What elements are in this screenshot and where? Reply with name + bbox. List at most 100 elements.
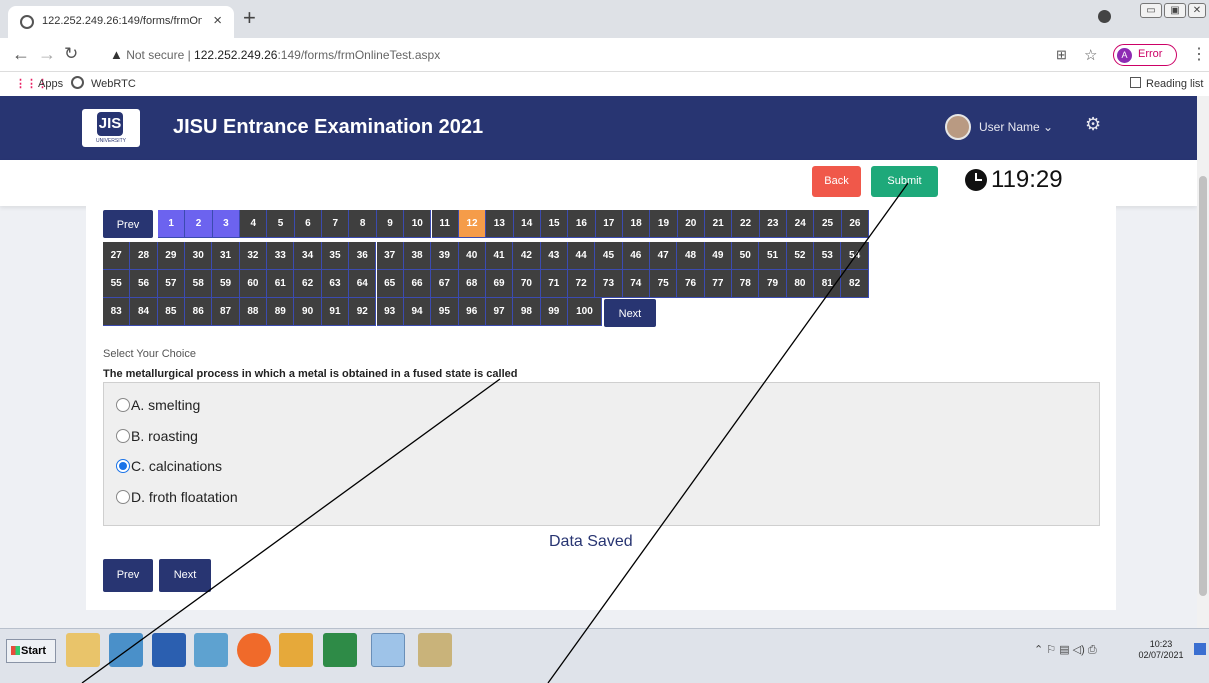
excel-icon[interactable] <box>323 633 357 667</box>
radio-b[interactable] <box>116 429 130 443</box>
question-number-button[interactable]: 29 <box>157 242 186 270</box>
question-number-button[interactable]: 56 <box>130 270 158 298</box>
question-number-button[interactable]: 80 <box>786 270 815 298</box>
question-number-button[interactable]: 11 <box>431 210 459 238</box>
scrollbar-thumb[interactable] <box>1199 176 1207 596</box>
avatar[interactable] <box>945 114 971 140</box>
submit-button[interactable]: Submit <box>871 166 938 197</box>
question-number-button[interactable]: 16 <box>568 210 596 238</box>
question-number-button[interactable]: 88 <box>239 298 268 326</box>
forward-arrow-icon[interactable]: → <box>38 44 56 65</box>
profile-button[interactable]: A Error <box>1113 44 1177 66</box>
question-number-button[interactable]: 10 <box>404 210 432 238</box>
question-number-button[interactable]: 75 <box>650 270 678 298</box>
user-menu[interactable]: User Name ⌄ <box>979 120 1053 134</box>
scrollbar[interactable] <box>1197 96 1209 628</box>
question-number-button[interactable]: 90 <box>294 298 322 326</box>
question-number-button[interactable]: 15 <box>540 210 569 238</box>
question-number-button[interactable]: 32 <box>239 242 268 270</box>
question-nav-prev-button[interactable]: Prev <box>103 210 153 238</box>
menu-icon[interactable]: ⋮ <box>1191 44 1207 64</box>
question-number-button[interactable]: 4 <box>240 210 268 238</box>
question-number-button[interactable]: 100 <box>567 298 602 326</box>
question-number-button[interactable]: 50 <box>732 242 760 270</box>
question-number-button[interactable]: 51 <box>759 242 787 270</box>
question-number-button[interactable]: 85 <box>157 298 186 326</box>
question-number-button[interactable]: 74 <box>622 270 650 298</box>
question-number-button[interactable]: 91 <box>321 298 350 326</box>
radio-d[interactable] <box>116 490 130 504</box>
question-number-button[interactable]: 83 <box>103 298 131 326</box>
question-number-button[interactable]: 71 <box>540 270 568 298</box>
reload-icon[interactable]: ↻ <box>64 44 78 64</box>
question-number-button[interactable]: 33 <box>267 242 295 270</box>
minimize-icon[interactable]: ▭ <box>1140 3 1162 18</box>
radio-c[interactable] <box>116 459 130 473</box>
question-number-button[interactable]: 24 <box>787 210 815 238</box>
question-number-button[interactable]: 52 <box>786 242 815 270</box>
question-number-button[interactable]: 38 <box>403 242 432 270</box>
question-number-button[interactable]: 28 <box>130 242 158 270</box>
star-icon[interactable]: ☆ <box>1084 46 1097 64</box>
folder-icon[interactable] <box>66 633 100 667</box>
question-number-button[interactable]: 43 <box>540 242 568 270</box>
notes-icon[interactable] <box>194 633 228 667</box>
question-number-button[interactable]: 25 <box>814 210 842 238</box>
question-number-button[interactable]: 73 <box>595 270 623 298</box>
question-number-button[interactable]: 7 <box>322 210 350 238</box>
question-number-button[interactable]: 94 <box>403 298 432 326</box>
question-number-button[interactable]: 48 <box>677 242 705 270</box>
new-tab-button[interactable]: + <box>243 5 256 31</box>
translate-icon[interactable]: ⊞ <box>1056 47 1067 63</box>
question-number-button[interactable]: 68 <box>458 270 486 298</box>
question-number-button[interactable]: 44 <box>567 242 596 270</box>
question-number-button[interactable]: 34 <box>294 242 322 270</box>
question-number-button[interactable]: 98 <box>513 298 541 326</box>
question-number-button[interactable]: 82 <box>841 270 869 298</box>
question-number-button[interactable]: 65 <box>376 270 404 298</box>
question-number-button[interactable]: 62 <box>294 270 322 298</box>
question-number-button[interactable]: 3 <box>212 210 241 238</box>
question-number-button[interactable]: 61 <box>267 270 295 298</box>
question-number-button[interactable]: 78 <box>732 270 760 298</box>
question-number-button[interactable]: 35 <box>321 242 350 270</box>
close-tab-icon[interactable]: × <box>213 12 222 29</box>
question-number-button[interactable]: 97 <box>485 298 514 326</box>
question-number-button[interactable]: 37 <box>376 242 404 270</box>
maximize-icon[interactable]: ▣ <box>1164 3 1186 18</box>
question-number-button[interactable]: 99 <box>540 298 568 326</box>
question-number-button[interactable]: 58 <box>185 270 213 298</box>
question-number-button[interactable]: 2 <box>185 210 213 238</box>
url-field[interactable]: ▲ Not secure | 122.252.249.26:149/forms/… <box>110 43 470 67</box>
question-number-button[interactable]: 1 <box>158 210 186 238</box>
question-number-button[interactable]: 77 <box>704 270 733 298</box>
question-number-button[interactable]: 66 <box>403 270 432 298</box>
question-number-button[interactable]: 13 <box>486 210 514 238</box>
question-number-button[interactable]: 67 <box>431 270 459 298</box>
question-number-button[interactable]: 14 <box>513 210 541 238</box>
question-number-button[interactable]: 46 <box>622 242 650 270</box>
question-number-button[interactable]: 9 <box>376 210 405 238</box>
app-icon[interactable] <box>418 633 452 667</box>
show-desktop-icon[interactable] <box>1194 643 1206 655</box>
question-number-button[interactable]: 36 <box>349 242 377 270</box>
question-number-button[interactable]: 17 <box>595 210 623 238</box>
question-number-button[interactable]: 20 <box>677 210 705 238</box>
question-number-button[interactable]: 5 <box>267 210 295 238</box>
question-number-button[interactable]: 39 <box>431 242 459 270</box>
system-tray-icons[interactable]: ⌃ ⚐ ▤ ◁) ⎙ <box>1034 643 1097 657</box>
question-number-button[interactable]: 87 <box>212 298 240 326</box>
question-number-button[interactable]: 96 <box>458 298 486 326</box>
radio-a[interactable] <box>116 398 130 412</box>
back-arrow-icon[interactable]: ← <box>12 44 30 65</box>
question-number-button[interactable]: 49 <box>704 242 733 270</box>
question-number-button[interactable]: 63 <box>321 270 350 298</box>
question-nav-next-button[interactable]: Next <box>603 299 656 327</box>
question-number-button[interactable]: 86 <box>185 298 213 326</box>
question-number-button[interactable]: 8 <box>349 210 377 238</box>
question-number-button[interactable]: 57 <box>157 270 186 298</box>
question-number-button[interactable]: 41 <box>485 242 514 270</box>
question-number-button[interactable]: 95 <box>431 298 459 326</box>
question-number-button[interactable]: 93 <box>376 298 404 326</box>
question-number-button[interactable]: 60 <box>239 270 268 298</box>
